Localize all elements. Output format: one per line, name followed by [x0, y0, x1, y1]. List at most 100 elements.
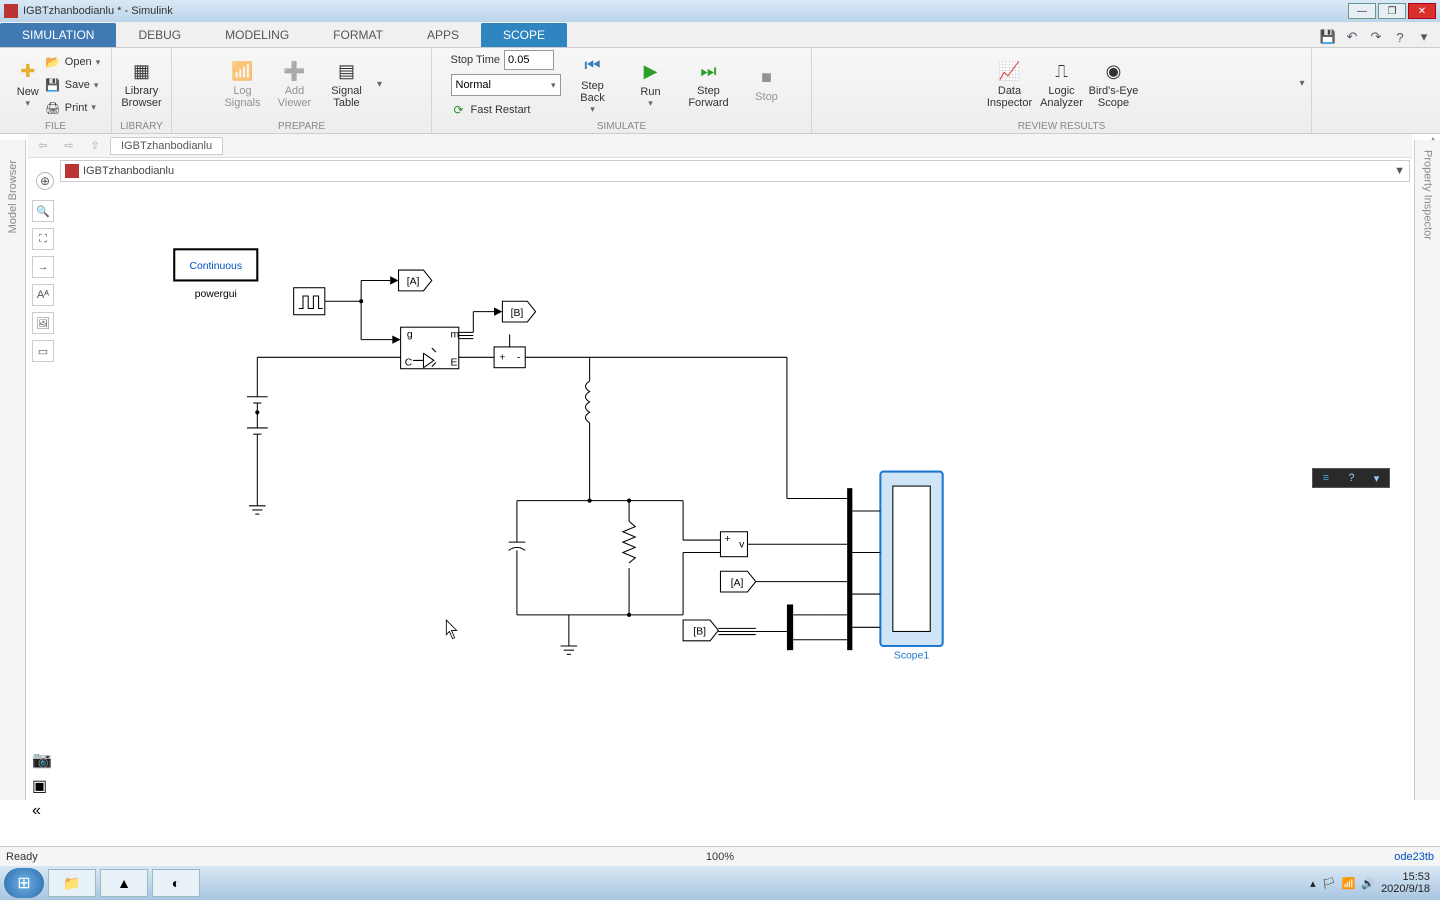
- float-icon-1[interactable]: ≡: [1323, 472, 1329, 484]
- tray-volume-icon[interactable]: 🔊: [1361, 877, 1375, 890]
- save-button[interactable]: 💾Save▾: [45, 75, 100, 96]
- prepare-more-icon[interactable]: ▾: [373, 50, 387, 118]
- svg-text:Scope1: Scope1: [894, 650, 929, 661]
- minimize-button[interactable]: —: [1348, 3, 1376, 19]
- svg-text:[B]: [B]: [511, 308, 524, 319]
- new-icon: ✚: [16, 60, 40, 84]
- folder-open-icon: 📂: [45, 54, 61, 70]
- fast-restart-button[interactable]: ⟳Fast Restart: [451, 99, 561, 121]
- tab-apps[interactable]: APPS: [405, 23, 481, 47]
- taskbar-explorer-icon[interactable]: 📁: [48, 869, 96, 897]
- birdseye-icon: ◉: [1102, 59, 1126, 83]
- logic-analyzer-button[interactable]: ⎍ Logic Analyzer: [1036, 50, 1088, 118]
- zoom-tool-icon[interactable]: 🔍: [32, 200, 54, 222]
- taskbar-matlab-icon[interactable]: ▲: [100, 869, 148, 897]
- svg-text:powergui: powergui: [195, 289, 237, 300]
- model-browser-panel[interactable]: Model Browser: [0, 140, 26, 800]
- canvas-toolbar-bottom: 📷 ▣ «: [32, 750, 56, 820]
- hide-navigate-button[interactable]: ⊕: [36, 172, 54, 190]
- tab-debug[interactable]: DEBUG: [116, 23, 203, 47]
- simulink-icon: [4, 4, 18, 18]
- stoptime-input[interactable]: [504, 50, 554, 70]
- help-dropdown-icon[interactable]: ▾: [1414, 27, 1434, 47]
- float-icon-3[interactable]: ▾: [1374, 472, 1380, 485]
- ribbon-toolbar: ✚ New ▾ 📂Open▾ 💾Save▾ 🖨Print▾ FILE ▦ Lib…: [0, 48, 1440, 134]
- canvas-toolbar: 🔍 ⛶ → Aᴬ 🖼 ▭: [32, 200, 56, 362]
- run-button[interactable]: ▶ Run▾: [625, 50, 677, 118]
- nav-forward-icon[interactable]: ⇨: [58, 137, 80, 155]
- stop-icon: ■: [755, 65, 779, 89]
- navigation-bar: ⇦ ⇨ ⇧ IGBTzhanbodianlu: [28, 134, 1412, 158]
- tray-network-icon[interactable]: 📶: [1342, 877, 1356, 890]
- add-viewer-icon: ➕: [283, 59, 307, 83]
- logic-analyzer-icon: ⎍: [1050, 59, 1074, 83]
- tab-format[interactable]: FORMAT: [311, 23, 405, 47]
- windows-taskbar: ⊞ 📁 ▲ ◐ ▴ 🏳 📶 🔊 15:53 2020/9/18: [0, 866, 1440, 900]
- annotation-tool-icon[interactable]: Aᴬ: [32, 284, 54, 306]
- screenshot-tool-icon[interactable]: 📷: [32, 750, 56, 770]
- stop-button[interactable]: ■ Stop: [741, 50, 793, 118]
- svg-text:[A]: [A]: [731, 578, 744, 589]
- fast-restart-icon: ⟳: [451, 102, 467, 118]
- svg-text:v: v: [739, 539, 745, 550]
- run-icon: ▶: [639, 60, 663, 84]
- float-icon-2[interactable]: ?: [1348, 472, 1354, 484]
- image-tool-icon[interactable]: 🖼: [32, 312, 54, 334]
- review-more-icon[interactable]: ▾: [1295, 78, 1309, 89]
- tab-simulation[interactable]: SIMULATION: [0, 23, 116, 47]
- svg-text:E: E: [450, 358, 457, 369]
- tray-flag-icon[interactable]: 🏳: [1322, 877, 1336, 890]
- svg-text:C: C: [405, 358, 413, 369]
- tab-modeling[interactable]: MODELING: [203, 23, 311, 47]
- title-bar: IGBTzhanbodianlu * - Simulink — ❐ ✕: [0, 0, 1440, 22]
- model-tab[interactable]: IGBTzhanbodianlu: [110, 137, 223, 155]
- status-bar: Ready 100% ode23tb: [0, 846, 1440, 866]
- nav-up-icon[interactable]: ⇧: [84, 137, 106, 155]
- tab-scope[interactable]: SCOPE: [481, 23, 567, 47]
- path-dropdown-icon[interactable]: ▼: [1394, 165, 1405, 177]
- start-button[interactable]: ⊞: [4, 868, 44, 898]
- svg-text:Continuous: Continuous: [190, 261, 243, 272]
- area-tool-icon[interactable]: ▭: [32, 340, 54, 362]
- print-button[interactable]: 🖨Print▾: [45, 97, 100, 118]
- save-quick-icon[interactable]: 💾: [1318, 27, 1338, 47]
- step-back-icon: ⏮: [581, 54, 605, 78]
- svg-text:m: m: [450, 330, 459, 341]
- overview-tool-icon[interactable]: ▣: [32, 776, 56, 796]
- library-browser-button[interactable]: ▦ Library Browser: [116, 50, 168, 118]
- tray-expand-icon[interactable]: ▴: [1310, 877, 1316, 890]
- nav-back-icon[interactable]: ⇦: [32, 137, 54, 155]
- step-forward-button[interactable]: ⏭ Step Forward: [683, 50, 735, 118]
- svg-text:g: g: [407, 330, 413, 341]
- floating-toolbar[interactable]: ≡ ? ▾: [1312, 468, 1390, 488]
- close-button[interactable]: ✕: [1408, 3, 1436, 19]
- sample-time-icon[interactable]: →: [32, 256, 54, 278]
- log-signals-button[interactable]: 📶 Log Signals: [217, 50, 269, 118]
- add-viewer-button[interactable]: ➕ Add Viewer: [269, 50, 321, 118]
- tray-clock[interactable]: 15:53 2020/9/18: [1381, 871, 1430, 895]
- model-canvas[interactable]: Continuous powergui [A] g m C E [B] + -: [60, 192, 1410, 830]
- path-bar[interactable]: IGBTzhanbodianlu ▼: [60, 160, 1410, 182]
- step-forward-icon: ⏭: [697, 59, 721, 83]
- birdseye-scope-button[interactable]: ◉ Bird's-Eye Scope: [1088, 50, 1140, 118]
- property-inspector-panel[interactable]: Property Inspector: [1414, 140, 1440, 800]
- signal-table-button[interactable]: ▤ Signal Table: [321, 50, 373, 118]
- redo-icon[interactable]: ↷: [1366, 27, 1386, 47]
- svg-text:[B]: [B]: [693, 627, 706, 638]
- simulation-mode-select[interactable]: Normal▾: [451, 74, 561, 96]
- undo-icon[interactable]: ↶: [1342, 27, 1362, 47]
- maximize-button[interactable]: ❐: [1378, 3, 1406, 19]
- data-inspector-button[interactable]: 📈 Data Inspector: [984, 50, 1036, 118]
- status-zoom[interactable]: 100%: [706, 851, 734, 863]
- collapse-toolbar-icon[interactable]: «: [32, 802, 56, 820]
- ribbon-tabs: SIMULATION DEBUG MODELING FORMAT APPS SC…: [0, 22, 1440, 48]
- help-icon[interactable]: ?: [1390, 27, 1410, 47]
- status-solver[interactable]: ode23tb: [1394, 851, 1434, 863]
- taskbar-browser-icon[interactable]: ◐: [152, 869, 200, 897]
- fit-tool-icon[interactable]: ⛶: [32, 228, 54, 250]
- new-button[interactable]: ✚ New ▾: [11, 50, 45, 118]
- status-ready: Ready: [6, 851, 38, 863]
- open-button[interactable]: 📂Open▾: [45, 52, 100, 73]
- step-back-button[interactable]: ⏮ Step Back▾: [567, 50, 619, 118]
- svg-text:-: -: [517, 352, 520, 363]
